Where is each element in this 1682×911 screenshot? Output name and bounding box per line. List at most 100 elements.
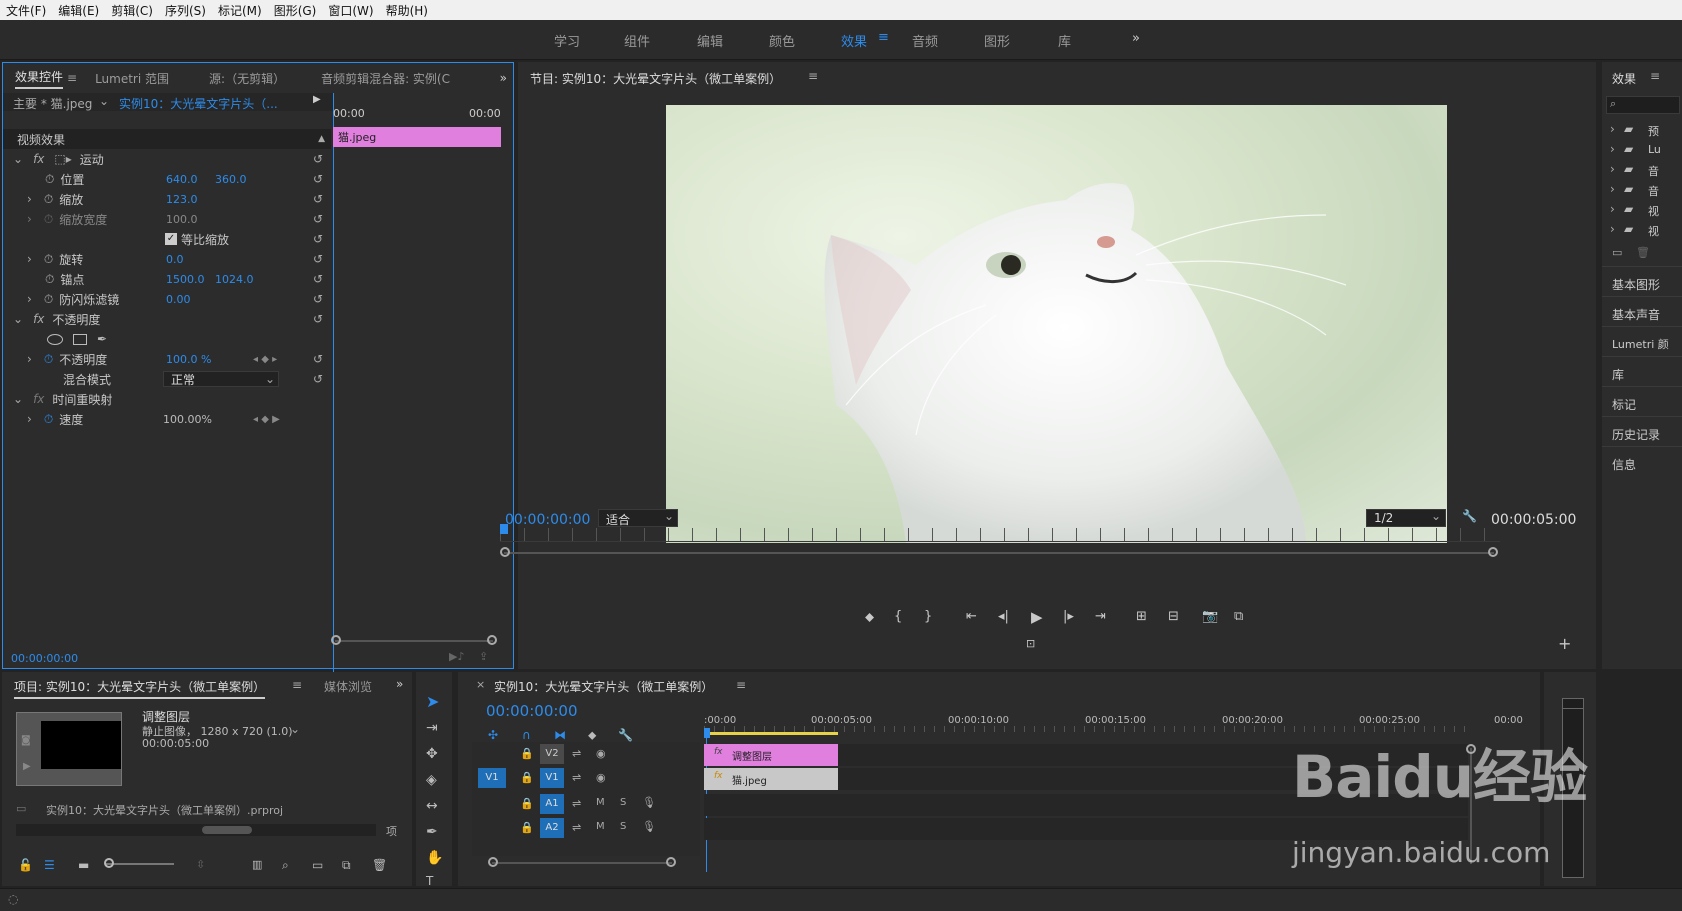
workspace-color[interactable]: 颜色: [769, 31, 795, 50]
type-tool-icon[interactable]: T: [426, 874, 433, 888]
anchor-y-value[interactable]: 1024.0: [215, 273, 254, 286]
tab-media-browser[interactable]: 媒体浏览: [324, 678, 372, 695]
microphone-icon[interactable]: 🎙: [642, 796, 656, 809]
menu-graphics[interactable]: 图形(G): [274, 2, 317, 19]
chevron-right-icon[interactable]: ›: [27, 212, 32, 226]
lock-icon[interactable]: 🔓: [18, 858, 33, 872]
effects-folder-lumetri[interactable]: Lu: [1648, 143, 1661, 156]
ec-zoom-handle-left[interactable]: [331, 635, 341, 645]
tab-effect-controls[interactable]: 效果控件: [15, 68, 64, 89]
slip-tool-icon[interactable]: ↔: [426, 798, 438, 814]
lock-icon[interactable]: 🔒: [520, 771, 534, 784]
fx-icon[interactable]: fx: [33, 152, 44, 166]
stopwatch-icon[interactable]: ⏱: [44, 352, 53, 367]
compare-view-icon[interactable]: ⧉: [1234, 609, 1243, 624]
chevron-right-icon[interactable]: ›: [1610, 162, 1615, 176]
transform-icon[interactable]: ⬚▸: [54, 152, 71, 166]
zoom-slider-handle[interactable]: [104, 858, 114, 868]
add-marker-icon[interactable]: ⬥: [588, 728, 596, 743]
solo-button[interactable]: S: [620, 797, 626, 808]
clip-adjustment-layer[interactable]: fx 调整图层: [704, 744, 838, 766]
menu-marker[interactable]: 标记(M): [218, 2, 262, 19]
track-label-v1[interactable]: V1: [540, 768, 564, 788]
video-frame[interactable]: [666, 105, 1447, 543]
lift-icon[interactable]: ⊞: [1136, 609, 1147, 624]
rectangle-mask-icon[interactable]: [73, 333, 87, 345]
master-clip-label[interactable]: 主要 * 猫.jpeg: [13, 95, 92, 112]
sort-icon[interactable]: ⇳: [196, 858, 205, 871]
panel-menu-icon[interactable]: ≡: [736, 678, 746, 692]
wrench-icon[interactable]: 🔧: [1462, 509, 1477, 523]
track-label-v2[interactable]: V2: [540, 744, 564, 764]
timeline-playhead[interactable]: [704, 728, 710, 738]
workspace-menu-icon[interactable]: ≡: [878, 30, 889, 45]
clip-cat-image[interactable]: fx 猫.jpeg: [704, 768, 838, 790]
ec-footer-timecode[interactable]: 00:00:00:00: [11, 652, 78, 665]
chevron-down-icon[interactable]: ⌄: [13, 392, 23, 406]
panel-menu-icon[interactable]: ≡: [1650, 69, 1660, 83]
step-forward-icon[interactable]: |▸: [1063, 609, 1074, 624]
timeline-zoom-left[interactable]: [488, 857, 498, 867]
panel-overflow-icon[interactable]: »: [500, 71, 507, 85]
mute-button[interactable]: M: [596, 797, 605, 808]
eye-icon[interactable]: ◉: [596, 747, 606, 760]
ellipse-mask-icon[interactable]: [47, 333, 63, 345]
trash-icon[interactable]: 🗑: [372, 858, 387, 872]
workspace-editing[interactable]: 编辑: [697, 31, 723, 50]
add-marker-icon[interactable]: ⬥: [865, 610, 874, 625]
uniform-scale-checkbox[interactable]: ✓: [165, 233, 177, 245]
button-editor-icon[interactable]: ⊡: [1026, 637, 1035, 650]
snap-icon[interactable]: ∩: [522, 728, 531, 742]
chevron-down-icon[interactable]: ⌄: [1431, 509, 1441, 523]
go-to-out-icon[interactable]: ⇥: [1095, 609, 1106, 624]
work-area-bar[interactable]: [704, 732, 838, 735]
essential-graphics-link[interactable]: 基本图形: [1612, 276, 1660, 293]
chevron-right-icon[interactable]: ›: [27, 252, 32, 266]
project-scroll-thumb[interactable]: [202, 826, 252, 834]
mark-out-icon[interactable]: }: [924, 609, 932, 624]
workspace-overflow-icon[interactable]: »: [1132, 31, 1140, 46]
program-zoom-right[interactable]: [1488, 547, 1498, 557]
sync-lock-icon[interactable]: ⇌: [572, 771, 581, 784]
effects-search-input[interactable]: [1606, 96, 1680, 114]
play-only-icon[interactable]: ▶: [313, 94, 321, 105]
tab-source[interactable]: 源:（无剪辑）: [209, 70, 285, 87]
effects-folder-video-transitions[interactable]: 视: [1648, 223, 1659, 239]
search-icon[interactable]: ⌕: [282, 858, 289, 873]
ec-zoom-handle-right[interactable]: [487, 635, 497, 645]
camera-icon[interactable]: 📷: [1202, 609, 1218, 624]
zoom-slider-track[interactable]: [106, 863, 174, 865]
solo-button[interactable]: S: [620, 821, 626, 832]
program-zoom-left[interactable]: [500, 547, 510, 557]
workspace-effects[interactable]: 效果: [841, 31, 867, 50]
play-audio-icon[interactable]: ▶♪: [449, 650, 464, 663]
linked-selection-icon[interactable]: ⧓: [554, 728, 566, 742]
reset-icon[interactable]: ↺: [313, 172, 323, 186]
eye-icon[interactable]: ◉: [596, 771, 606, 784]
workspace-learn[interactable]: 学习: [554, 31, 580, 50]
panel-menu-icon[interactable]: ≡: [808, 69, 818, 83]
menu-clip[interactable]: 剪辑(C): [111, 2, 153, 19]
essential-sound-link[interactable]: 基本声音: [1612, 306, 1660, 323]
clip-thumbnail[interactable]: ◙ ▶: [16, 712, 122, 786]
reset-icon[interactable]: ↺: [313, 292, 323, 306]
razor-tool-icon[interactable]: ◈: [426, 772, 437, 788]
menu-sequence[interactable]: 序列(S): [165, 2, 206, 19]
effects-folder-audio-effects[interactable]: 音: [1648, 163, 1659, 179]
fx-icon[interactable]: fx: [33, 312, 44, 326]
sync-lock-icon[interactable]: ⇌: [572, 747, 581, 760]
ripple-edit-tool-icon[interactable]: ✥: [426, 746, 438, 762]
menu-file[interactable]: 文件(F): [6, 2, 46, 19]
workspace-audio[interactable]: 音频: [912, 31, 938, 50]
reset-icon[interactable]: ↺: [313, 212, 323, 226]
chevron-right-icon[interactable]: ›: [1610, 182, 1615, 196]
markers-link[interactable]: 标记: [1612, 396, 1636, 413]
fx-icon[interactable]: fx: [33, 392, 44, 406]
extract-icon[interactable]: ⊟: [1168, 609, 1179, 624]
tab-effect-controls-menu-icon[interactable]: ≡: [67, 71, 77, 85]
lock-icon[interactable]: 🔒: [520, 797, 534, 810]
keyframe-nav-icon[interactable]: ◂ ◆ ▸: [253, 354, 277, 365]
reset-icon[interactable]: ↺: [313, 232, 323, 246]
panel-menu-icon[interactable]: ≡: [292, 678, 302, 692]
icon-view-icon[interactable]: ▬: [78, 858, 89, 872]
